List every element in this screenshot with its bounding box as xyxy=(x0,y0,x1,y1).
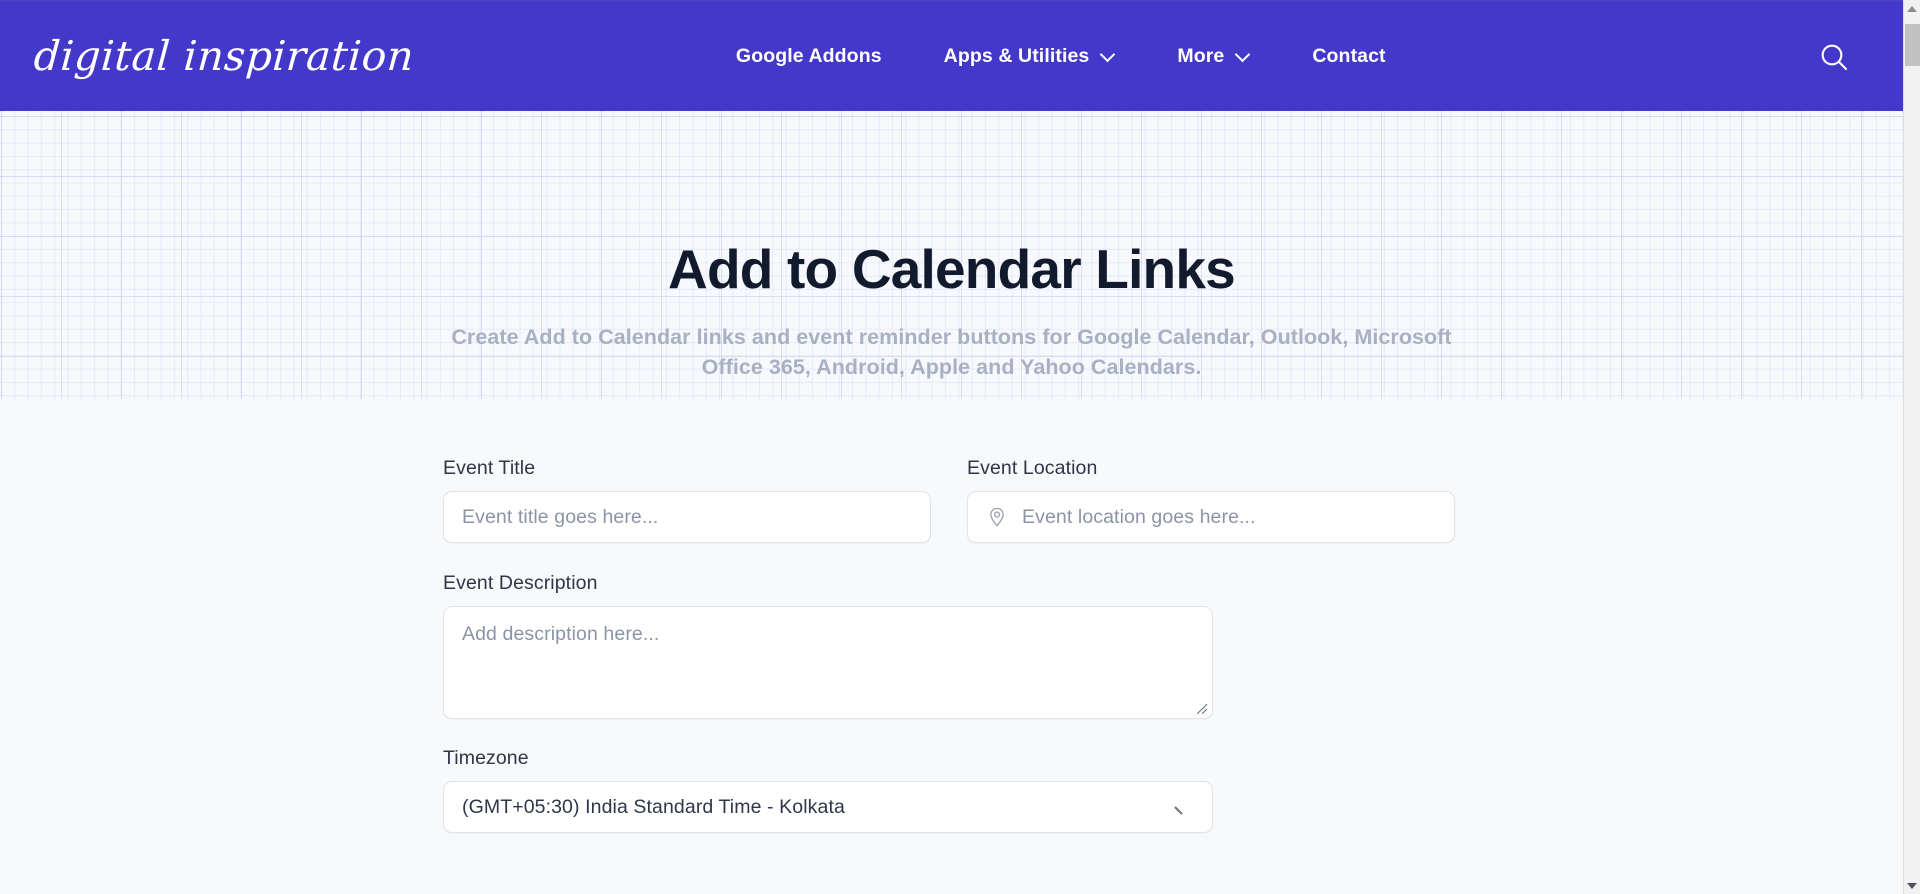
event-title-label: Event Title xyxy=(443,457,536,479)
nav-item-label: Contact xyxy=(1312,45,1386,67)
event-description-placeholder: Add description here... xyxy=(462,623,660,645)
vertical-scrollbar[interactable] xyxy=(1903,0,1920,894)
event-title-input[interactable]: Event title goes here... xyxy=(443,491,931,543)
resize-handle-icon[interactable] xyxy=(1195,702,1208,715)
page-title: Add to Calendar Links xyxy=(668,238,1236,300)
nav-item-contact[interactable]: Contact xyxy=(1312,35,1385,78)
field-event-location: Event Location Event location goes here.… xyxy=(967,457,1455,543)
nav-item-label: More xyxy=(1177,45,1225,67)
scrollbar-thumb[interactable] xyxy=(1905,24,1920,66)
site-logo[interactable]: digital inspiration xyxy=(32,32,415,80)
scroll-down-arrow-icon xyxy=(1907,882,1917,889)
nav-item-apps-utilities[interactable]: Apps & Utilities xyxy=(944,35,1116,78)
nav-item-label: Google Addons xyxy=(735,45,882,67)
top-navigation-bar: digital inspiration Google Addons Apps &… xyxy=(0,0,1903,111)
event-description-textarea[interactable]: Add description here... xyxy=(443,606,1213,719)
chevron-down-icon xyxy=(1237,48,1250,61)
field-event-description: Event Description Add description here..… xyxy=(443,572,1513,719)
chevron-down-icon xyxy=(1102,48,1115,61)
nav-item-label: Apps & Utilities xyxy=(943,45,1090,67)
event-location-placeholder: Event location goes here... xyxy=(1022,505,1256,528)
search-button[interactable] xyxy=(1812,35,1856,79)
search-icon xyxy=(1821,44,1848,70)
browser-viewport: digital inspiration Google Addons Apps &… xyxy=(0,0,1920,894)
scroll-down-button[interactable] xyxy=(1904,877,1920,894)
hero-inner: Add to Calendar Links Create Add to Cale… xyxy=(402,111,1502,383)
event-title-placeholder: Event title goes here... xyxy=(462,505,659,528)
timezone-label: Timezone xyxy=(443,747,529,769)
field-event-title: Event Title Event title goes here... xyxy=(443,457,931,543)
nav-item-google-addons[interactable]: Google Addons xyxy=(736,35,882,78)
field-timezone: Timezone (GMT+05:30) India Standard Time… xyxy=(443,747,1513,833)
event-description-label: Event Description xyxy=(443,572,598,594)
scroll-up-button[interactable] xyxy=(1904,0,1920,17)
page-subtitle: Create Add to Calendar links and event r… xyxy=(451,324,1452,380)
event-location-label: Event Location xyxy=(967,457,1098,479)
scroll-up-arrow-icon xyxy=(1907,5,1917,12)
chevron-down-icon xyxy=(1175,799,1192,816)
nav-item-more[interactable]: More xyxy=(1177,35,1250,78)
hero-section: Add to Calendar Links Create Add to Cale… xyxy=(0,111,1903,399)
timezone-select[interactable]: (GMT+05:30) India Standard Time - Kolkat… xyxy=(443,781,1213,833)
page-content: digital inspiration Google Addons Apps &… xyxy=(0,0,1903,894)
form-row-title-location: Event Title Event title goes here... Eve… xyxy=(443,457,1513,543)
nav-links: Google Addons Apps & Utilities More Cont… xyxy=(736,35,1386,78)
form-section: Event Title Event title goes here... Eve… xyxy=(0,399,1903,833)
map-pin-icon xyxy=(990,507,1004,527)
event-location-input[interactable]: Event location goes here... xyxy=(967,491,1455,543)
timezone-selected-value: (GMT+05:30) India Standard Time - Kolkat… xyxy=(462,795,845,818)
form-container: Event Title Event title goes here... Eve… xyxy=(443,457,1513,833)
